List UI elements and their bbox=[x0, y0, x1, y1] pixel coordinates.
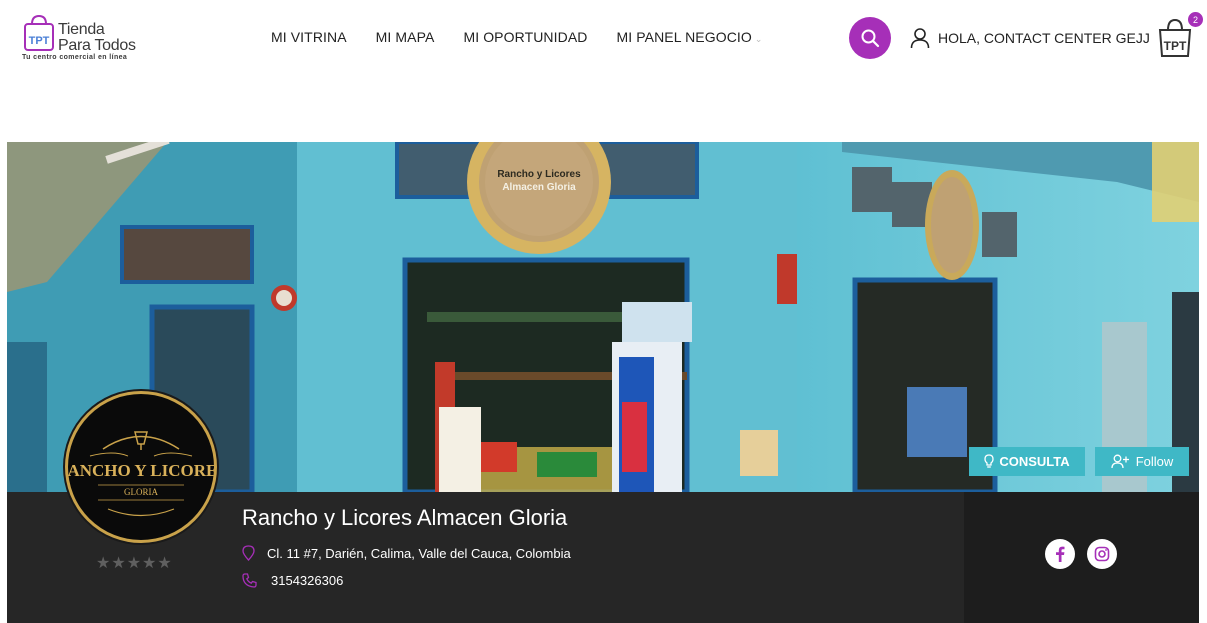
nav-mi-vitrina[interactable]: MI VITRINA bbox=[271, 29, 347, 45]
shopping-bag-logo-icon: TPT bbox=[24, 14, 54, 51]
user-icon bbox=[910, 28, 930, 49]
consulta-label: CONSULTA bbox=[999, 454, 1070, 469]
search-icon bbox=[861, 29, 880, 48]
location-pin-icon bbox=[242, 545, 255, 561]
social-links-panel bbox=[964, 492, 1199, 623]
store-phone-text: 3154326306 bbox=[271, 573, 344, 588]
store-logo: RANCHO Y LICORES GLORIA bbox=[65, 391, 217, 543]
svg-text:TPT: TPT bbox=[1164, 39, 1187, 53]
logo-tagline: Tu centro comercial en línea bbox=[22, 54, 128, 61]
user-plus-icon bbox=[1111, 454, 1129, 469]
instagram-link[interactable] bbox=[1087, 539, 1117, 569]
store-name: Rancho y Licores Almacen Gloria bbox=[242, 505, 568, 530]
chevron-down-icon: ⌄ bbox=[754, 34, 763, 44]
logo-line2: Para Todos bbox=[58, 37, 136, 54]
search-button[interactable] bbox=[849, 17, 891, 59]
nav-mi-panel-negocio[interactable]: MI PANEL NEGOCIO ⌄ bbox=[617, 29, 763, 45]
star-rating: ★ ★ ★ ★ ★ bbox=[96, 553, 172, 573]
svg-text:Rancho y Licores: Rancho y Licores bbox=[497, 169, 581, 180]
user-account-link[interactable]: HOLA, CONTACT CENTER GEJJ bbox=[910, 27, 1150, 49]
star-icon: ★ bbox=[126, 555, 142, 572]
nav-mi-panel-negocio-label: MI PANEL NEGOCIO bbox=[616, 29, 752, 45]
facebook-icon bbox=[1056, 546, 1065, 562]
logo-wordmark: Tienda Para Todos bbox=[58, 22, 136, 54]
cart-button[interactable]: TPT 2 bbox=[1156, 12, 1203, 60]
consulta-button[interactable]: CONSULTA bbox=[969, 447, 1085, 476]
site-header: TPT Tienda Para Todos Tu centro comercia… bbox=[0, 0, 1207, 78]
store-phone[interactable]: 3154326306 bbox=[242, 573, 343, 588]
facebook-link[interactable] bbox=[1045, 539, 1075, 569]
svg-text:TPT: TPT bbox=[29, 35, 50, 47]
svg-text:GLORIA: GLORIA bbox=[124, 487, 158, 497]
phone-icon bbox=[242, 573, 257, 588]
follow-button[interactable]: Follow bbox=[1095, 447, 1189, 476]
svg-text:RANCHO Y LICORES: RANCHO Y LICORES bbox=[68, 461, 214, 480]
nav-mi-mapa[interactable]: MI MAPA bbox=[376, 29, 435, 45]
site-logo[interactable]: TPT Tienda Para Todos Tu centro comercia… bbox=[22, 14, 142, 64]
star-icon: ★ bbox=[142, 555, 157, 572]
star-icon: ★ bbox=[96, 555, 111, 572]
logo-line1: Tienda bbox=[58, 21, 105, 38]
nav-mi-oportunidad[interactable]: MI OPORTUNIDAD bbox=[463, 29, 587, 45]
follow-label: Follow bbox=[1135, 454, 1174, 469]
store-address: Cl. 11 #7, Darién, Calima, Valle del Cau… bbox=[242, 545, 571, 561]
cart-count-badge: 2 bbox=[1188, 12, 1203, 27]
user-greeting: HOLA, CONTACT CENTER GEJJ bbox=[938, 30, 1150, 46]
lightbulb-icon bbox=[984, 454, 994, 468]
instagram-icon bbox=[1094, 546, 1110, 562]
star-icon: ★ bbox=[111, 555, 126, 572]
main-nav: MI VITRINA MI MAPA MI OPORTUNIDAD MI PAN… bbox=[271, 29, 763, 45]
star-icon: ★ bbox=[157, 555, 172, 572]
svg-text:Almacen Gloria: Almacen Gloria bbox=[502, 182, 576, 193]
store-address-text: Cl. 11 #7, Darién, Calima, Valle del Cau… bbox=[267, 545, 571, 561]
